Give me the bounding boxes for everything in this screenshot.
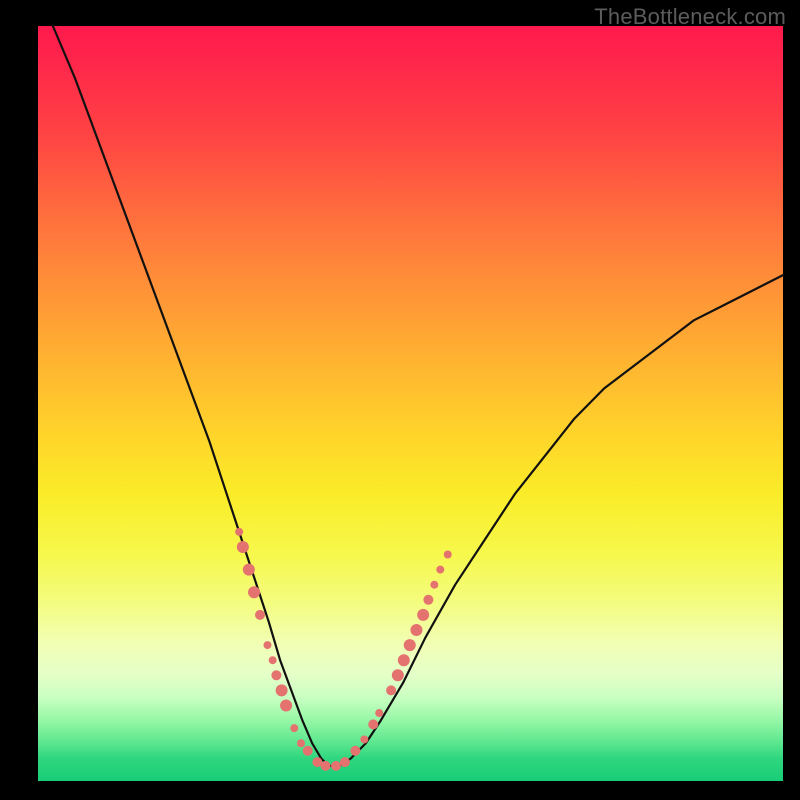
highlighted-point <box>280 700 292 712</box>
highlighted-point <box>248 586 260 598</box>
highlighted-point <box>436 566 444 574</box>
highlighted-point <box>375 709 383 717</box>
highlighted-point <box>290 724 298 732</box>
highlighted-point <box>321 761 331 771</box>
chart-svg <box>38 26 783 781</box>
highlighted-point <box>430 581 438 589</box>
highlighted-point <box>237 541 249 553</box>
highlighted-point <box>350 746 360 756</box>
highlighted-point <box>417 609 429 621</box>
bottleneck-curve <box>53 26 783 766</box>
highlighted-point <box>398 654 410 666</box>
highlighted-point <box>444 551 452 559</box>
highlighted-point <box>303 746 313 756</box>
highlighted-point <box>410 624 422 636</box>
highlighted-point <box>340 757 350 767</box>
highlighted-point <box>269 656 277 664</box>
highlighted-point <box>360 735 368 743</box>
highlighted-point <box>271 670 281 680</box>
highlighted-point <box>263 641 271 649</box>
highlighted-point <box>276 684 288 696</box>
highlighted-point <box>235 528 243 536</box>
highlighted-point <box>386 685 396 695</box>
highlighted-point <box>331 761 341 771</box>
highlighted-point <box>243 564 255 576</box>
highlighted-point <box>255 610 265 620</box>
chart-frame: TheBottleneck.com <box>0 0 800 800</box>
highlighted-point <box>368 719 378 729</box>
highlighted-point <box>404 639 416 651</box>
highlighted-point <box>392 669 404 681</box>
highlighted-point <box>423 595 433 605</box>
plot-area <box>38 26 783 781</box>
highlighted-point <box>297 739 305 747</box>
